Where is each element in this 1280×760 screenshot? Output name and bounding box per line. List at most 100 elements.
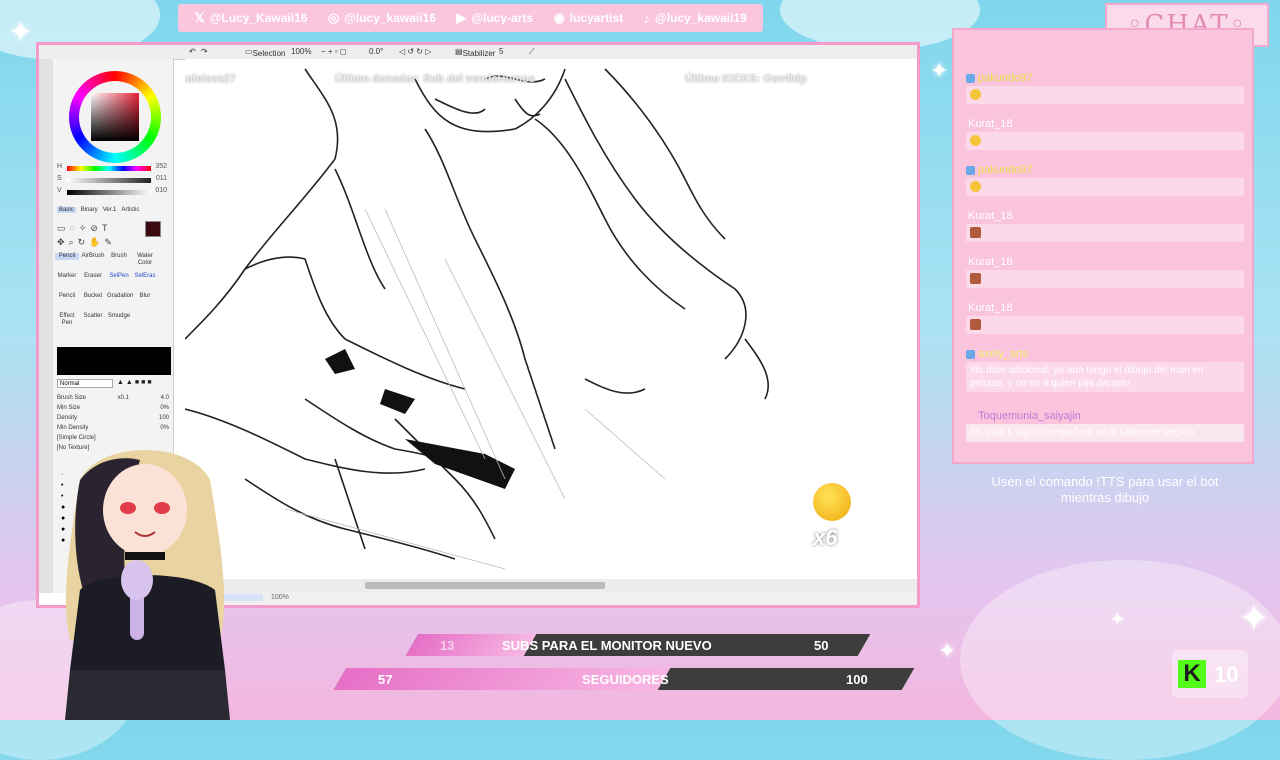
hsv-sliders[interactable]: H 352 S 011 V 010 xyxy=(57,163,169,199)
brush-size-value[interactable]: 4.0 xyxy=(161,393,169,403)
chat-message: Kurat_18 xyxy=(966,118,1244,150)
redo-icon[interactable]: ↷ xyxy=(201,47,208,56)
angle-field[interactable]: 0.0° xyxy=(369,47,383,56)
min-density-label: Min Density xyxy=(57,425,89,431)
chat-panel: pakundo97 Kurat_18 pakundo97 Kurat_18 Ku… xyxy=(952,28,1254,464)
user-badge-icon xyxy=(966,165,975,175)
rotate-controls[interactable]: ◁ ↺ ↻ ▷ xyxy=(399,47,431,56)
density-label: Density xyxy=(57,415,78,421)
lineart-drawing xyxy=(185,68,770,570)
chat-username[interactable]: Kurat_18 xyxy=(966,302,1013,314)
tiktok-icon: ♪ xyxy=(643,10,651,26)
chat-username[interactable]: Kurat_18 xyxy=(966,118,1013,130)
pin-icon[interactable]: ⟋ xyxy=(529,47,535,57)
brush-size-mult[interactable]: x0.1 xyxy=(118,393,129,403)
tool-gradation[interactable]: Gradation xyxy=(107,293,133,300)
stabilizer-select[interactable]: 5 xyxy=(499,47,503,56)
eyedropper-icon[interactable]: ⊘ xyxy=(90,223,102,233)
tool-selpen[interactable]: SelPen xyxy=(107,273,131,280)
social-discord[interactable]: ◉ lucyartist xyxy=(553,10,623,26)
primary-color-swatch[interactable] xyxy=(145,221,161,237)
emote-icon xyxy=(970,226,981,238)
tool-eraser[interactable]: Eraser xyxy=(81,273,105,280)
emote-icon xyxy=(970,272,981,284)
min-size-label: Min Size xyxy=(57,405,81,411)
hand-icon[interactable]: ✋ xyxy=(89,237,104,247)
drawing-canvas[interactable]: Último seguidor: Vocaleless27 Último don… xyxy=(185,59,917,579)
horizontal-scrollbar[interactable] xyxy=(185,579,917,593)
sparkle-icon: ✦ xyxy=(938,638,957,663)
chat-username[interactable]: axely_arts xyxy=(978,348,1028,360)
chat-username[interactable]: Kurat_18 xyxy=(966,256,1013,268)
select-tool-icon[interactable]: ▭ xyxy=(57,223,70,233)
chat-message: pakundo97 xyxy=(966,164,1244,196)
social-tiktok[interactable]: ♪ @lucy_kawaii19 xyxy=(644,11,747,26)
min-density-value[interactable]: 0% xyxy=(160,423,169,433)
social-x[interactable]: 𝕏 @Lucy_Kawaii16 xyxy=(194,10,307,26)
tool-brush[interactable]: Brush xyxy=(107,253,131,260)
scrollbar-thumb[interactable] xyxy=(365,582,605,589)
color-square[interactable] xyxy=(91,93,139,141)
tool-bucket[interactable]: Bucket xyxy=(81,293,105,300)
rotate-icon[interactable]: ↻ xyxy=(78,237,90,247)
move-icon[interactable]: ✥ xyxy=(57,237,69,247)
chat-message-body xyxy=(966,270,1244,288)
tab-artistic[interactable]: Artistic xyxy=(121,207,139,213)
chat-username[interactable]: Toquemunia_saiyajin xyxy=(966,410,1081,422)
social-handle: @Lucy_Kawaii16 xyxy=(209,11,308,25)
chat-message-body: !tts cual f, algún compañero se la sabro… xyxy=(966,424,1244,442)
chat-username[interactable]: Kurat_18 xyxy=(966,210,1013,222)
subs-target: 50 xyxy=(814,638,829,653)
brush-tool-grid: Pencil AirBrush Brush Water Color Marker… xyxy=(55,253,163,343)
tool-airbrush[interactable]: AirBrush xyxy=(81,253,105,260)
tab-binary[interactable]: Binary xyxy=(81,207,98,213)
chat-message: Kurat_18 xyxy=(966,302,1244,334)
chat-username[interactable]: pakundo97 xyxy=(978,164,1032,176)
min-size-value[interactable]: 0% xyxy=(160,403,169,413)
undo-icon[interactable]: ↶ xyxy=(189,47,196,56)
zoom-icon[interactable]: ⌕ xyxy=(69,237,78,247)
pen-icon[interactable]: ✎ xyxy=(104,237,116,247)
tool-seleras[interactable]: SelEras xyxy=(133,273,157,280)
tool-marker[interactable]: Marker xyxy=(55,273,79,280)
last-follower-ticker: Último seguidor: Vocaleless27 xyxy=(185,73,236,85)
sparkle-icon: ✦ xyxy=(930,58,949,83)
social-instagram[interactable]: ◎ @lucy_kawaii16 xyxy=(328,10,436,26)
blend-mode-select[interactable]: Normal xyxy=(57,379,113,388)
quick-tools: ▭◌✧⊘T xyxy=(57,223,111,234)
social-youtube[interactable]: ▶ @lucy-arts xyxy=(456,10,533,26)
selection-button[interactable]: ▭ Selection xyxy=(245,47,285,58)
brush-tip-shapes[interactable]: ▲▲■■■ xyxy=(117,379,154,386)
emote-icon xyxy=(970,88,981,100)
discord-icon: ◉ xyxy=(553,10,565,25)
last-donor-ticker: Último donador: Sub del vendeHumos xyxy=(335,73,535,85)
kick-viewer-counter: K 10 xyxy=(1172,650,1248,698)
wand-icon[interactable]: ✧ xyxy=(79,223,91,233)
chat-username[interactable]: pakundo97 xyxy=(978,72,1032,84)
followers-current: 57 xyxy=(378,672,393,687)
nav-tools: ✥⌕↻✋✎ xyxy=(57,237,116,248)
emote-icon xyxy=(970,180,981,192)
subs-current: 13 xyxy=(440,638,455,653)
tool-pencil-2[interactable]: Pencil xyxy=(55,293,79,300)
tab-ver1[interactable]: Ver.1 xyxy=(103,207,117,213)
lasso-icon[interactable]: ◌ xyxy=(70,223,79,233)
followers-goal-label: SEGUIDORES xyxy=(582,672,669,687)
subs-goal-label: SUBS PARA EL MONITOR NUEVO xyxy=(502,638,712,653)
tool-blur[interactable]: Blur xyxy=(133,293,157,300)
tool-scatter[interactable]: Scatter xyxy=(81,313,105,320)
tool-pencil[interactable]: Pencil xyxy=(55,253,79,260)
color-wheel[interactable] xyxy=(69,71,161,163)
density-value[interactable]: 100 xyxy=(159,413,169,423)
instagram-icon: ◎ xyxy=(327,10,340,25)
tool-effect-pen[interactable]: Effect Pen xyxy=(55,313,79,327)
zoom-controls[interactable]: − + ▫ ◻ xyxy=(321,47,347,56)
document-zoom: 100% xyxy=(271,594,289,601)
tab-basic[interactable]: Basic xyxy=(57,207,76,213)
tool-watercolor[interactable]: Water Color xyxy=(133,253,157,267)
val-value: 010 xyxy=(155,187,167,194)
zoom-field[interactable]: 100% xyxy=(291,47,311,56)
text-tool-icon[interactable]: T xyxy=(102,223,112,233)
chat-message-body xyxy=(966,316,1244,334)
tool-smudge[interactable]: Smudge xyxy=(107,313,131,320)
